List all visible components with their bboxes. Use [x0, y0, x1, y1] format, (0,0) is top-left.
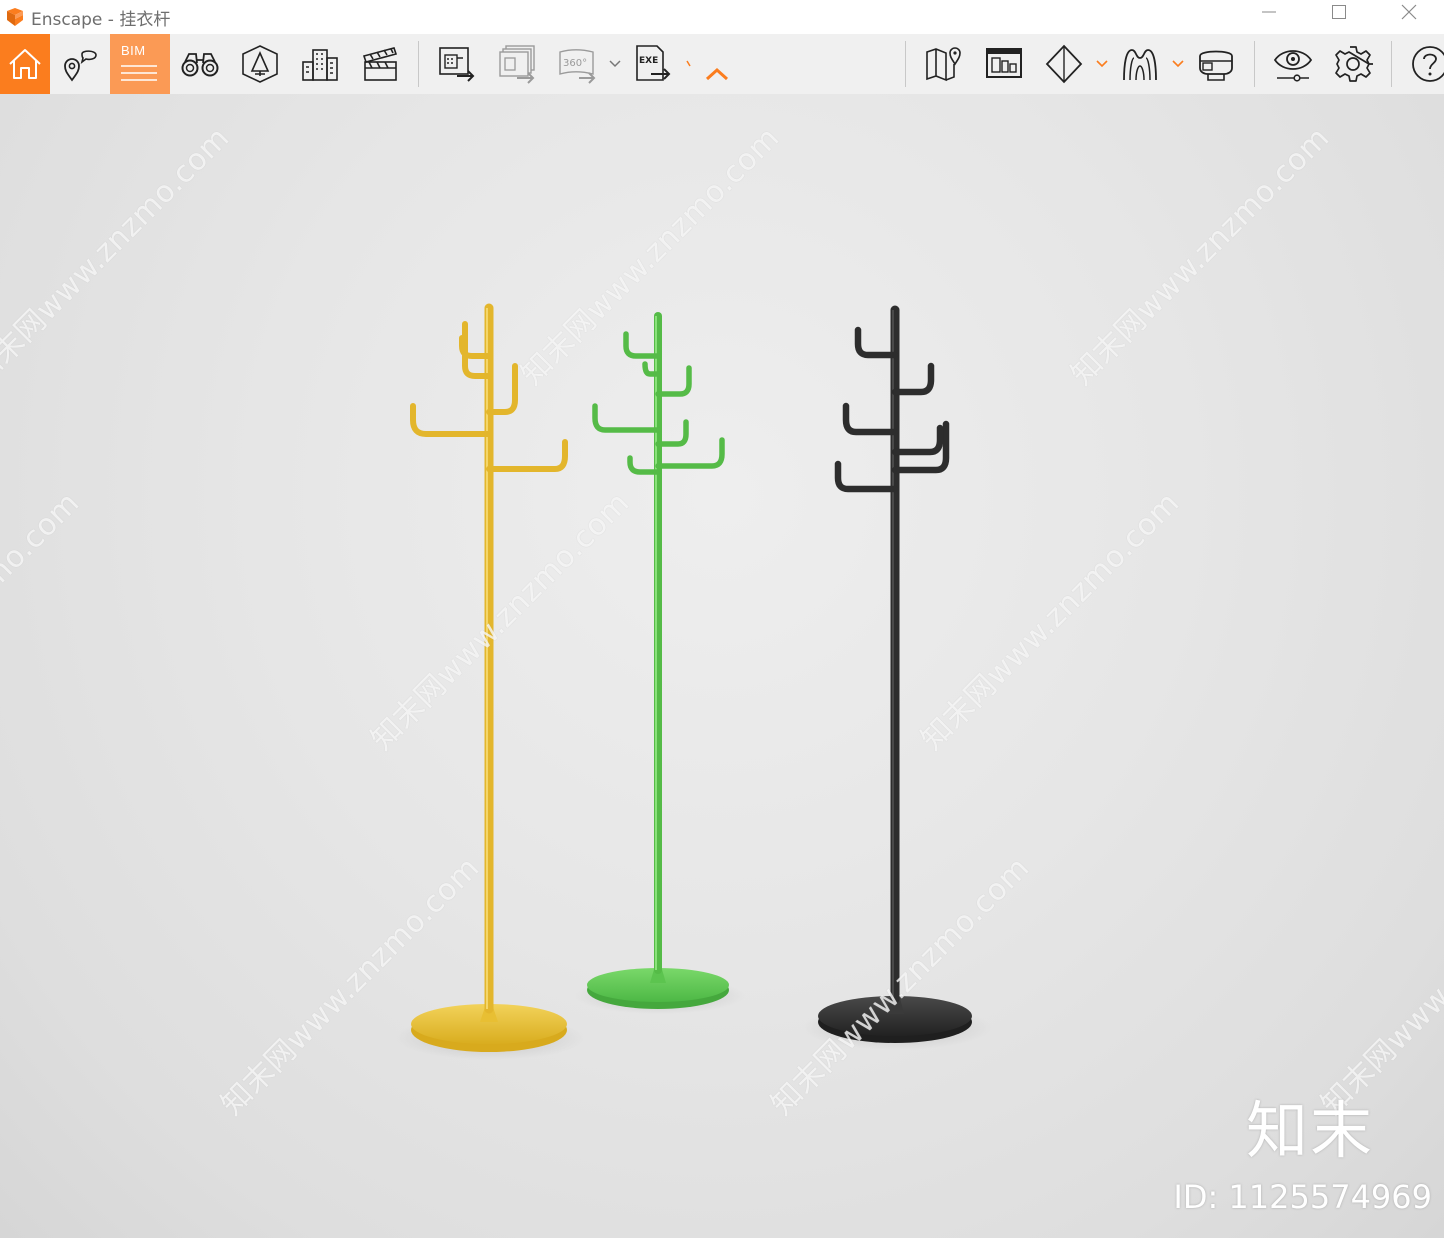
toolbar-separator — [905, 41, 906, 87]
panorama-dropdown[interactable] — [607, 34, 623, 94]
scene-coat-racks — [395, 303, 992, 1060]
coat-rack-green — [575, 312, 745, 1014]
toolbar-separator — [1254, 41, 1255, 87]
buildings-button[interactable] — [290, 34, 350, 94]
export-panorama-button[interactable]: 360° — [547, 34, 607, 94]
enscape-logo-icon — [4, 6, 26, 28]
collapse-toolbar-button[interactable] — [699, 34, 735, 94]
site-context-button[interactable] — [974, 34, 1034, 94]
section-button[interactable] — [1034, 34, 1094, 94]
close-button[interactable] — [1374, 0, 1444, 24]
views-button[interactable] — [50, 34, 110, 94]
bim-button[interactable]: BIM — [110, 34, 170, 94]
batch-render-icon — [499, 45, 535, 84]
export-panorama-icon: 360° — [559, 49, 596, 84]
asset-library-icon — [242, 45, 278, 83]
export-screenshot-button[interactable] — [427, 34, 487, 94]
export-screenshot-icon — [439, 47, 475, 82]
vr-headset-icon — [1199, 50, 1233, 81]
chevron-up-icon — [705, 67, 729, 81]
asset-library-button[interactable] — [230, 34, 290, 94]
binoculars-icon — [181, 53, 219, 77]
buildings-icon — [302, 49, 338, 81]
render-viewport[interactable]: 知末网www.znzmo.com 知末网www.znzmo.com 知末网www… — [0, 94, 1444, 1238]
help-button[interactable] — [1400, 34, 1444, 94]
bim-icon — [121, 65, 157, 81]
title-bar: Enscape - 挂衣杆 — [0, 0, 1444, 34]
home-button[interactable] — [0, 34, 50, 94]
site-context-icon — [986, 48, 1022, 78]
visual-settings-button[interactable] — [1263, 34, 1323, 94]
video-editor-button[interactable] — [350, 34, 410, 94]
views-icon — [64, 50, 97, 82]
chevron-down-icon — [686, 60, 691, 67]
chevron-down-icon — [609, 60, 621, 68]
exe-label: EXE — [639, 56, 658, 66]
chevron-down-icon — [1096, 60, 1108, 68]
map-icon — [926, 47, 961, 82]
maximize-button[interactable] — [1304, 0, 1374, 24]
section-dropdown[interactable] — [1094, 34, 1110, 94]
brand-id: ID: 1125574969 — [1173, 1178, 1432, 1216]
walk-mode-button[interactable] — [170, 34, 230, 94]
toolbar-separator — [1391, 41, 1392, 87]
export-exe-button[interactable]: EXE — [623, 34, 683, 94]
minimize-icon — [1262, 11, 1276, 13]
help-icon — [1412, 46, 1444, 82]
section-icon — [1045, 44, 1083, 84]
bim-label: BIM — [121, 43, 146, 58]
material-editor-button[interactable] — [1110, 34, 1170, 94]
window-title: Enscape - 挂衣杆 — [31, 9, 171, 30]
material-dropdown[interactable] — [1170, 34, 1186, 94]
material-icon — [1123, 49, 1157, 81]
maximize-icon — [1332, 5, 1346, 19]
settings-icon — [1335, 46, 1373, 82]
minimize-button[interactable] — [1234, 0, 1304, 24]
main-toolbar: BIM 360° EXE — [0, 34, 1444, 94]
clapperboard-icon — [362, 47, 398, 81]
batch-render-button[interactable] — [487, 34, 547, 94]
brand-logo: 知末 — [1245, 1094, 1374, 1167]
panorama-label: 360° — [563, 58, 587, 69]
chevron-down-icon — [1172, 60, 1184, 68]
visual-settings-icon — [1273, 50, 1313, 82]
map-button[interactable] — [914, 34, 974, 94]
export-exe-icon: EXE — [636, 45, 671, 81]
vr-headset-button[interactable] — [1186, 34, 1246, 94]
exe-dropdown[interactable] — [683, 34, 699, 94]
home-icon — [9, 49, 41, 79]
settings-button[interactable] — [1323, 34, 1383, 94]
toolbar-separator — [418, 41, 419, 87]
close-icon — [1401, 4, 1417, 20]
